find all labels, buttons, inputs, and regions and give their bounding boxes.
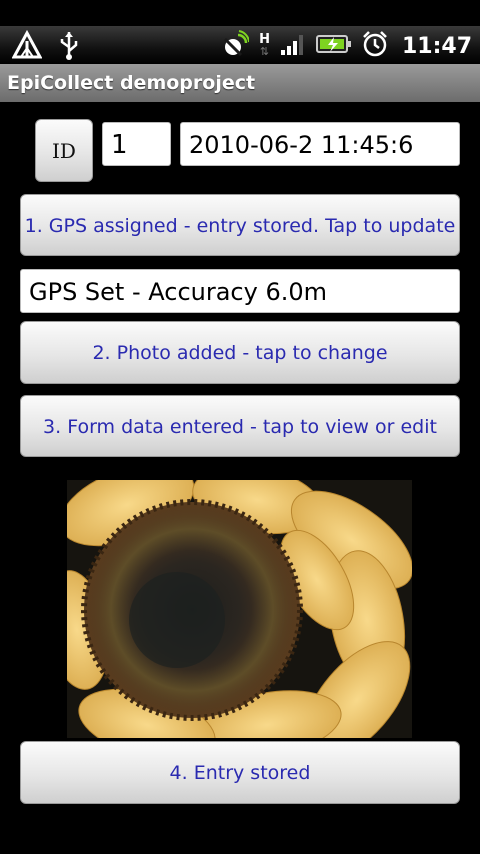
alarm-icon	[362, 30, 388, 62]
cell-signal-icon	[280, 31, 306, 61]
status-clock: 11:47	[401, 33, 472, 59]
id-value: 1	[111, 130, 128, 160]
photo-button-label: 2. Photo added - tap to change	[92, 342, 388, 364]
signal-triangle-icon	[11, 29, 43, 64]
photo-button[interactable]: 2. Photo added - tap to change	[20, 321, 460, 384]
store-entry-button-label: 4. Entry stored	[169, 762, 311, 784]
hspa-h-icon: H ⇅	[259, 32, 270, 58]
store-entry-button[interactable]: 4. Entry stored	[20, 741, 460, 804]
app-title: EpiCollect demoproject	[7, 72, 256, 94]
timestamp-field[interactable]: 2010-06-2 11:45:6	[180, 122, 460, 166]
gps-button[interactable]: 1. GPS assigned - entry stored. Tap to u…	[20, 194, 460, 256]
form-data-button[interactable]: 3. Form data entered - tap to view or ed…	[20, 395, 460, 457]
gps-status-field[interactable]: GPS Set - Accuracy 6.0m	[20, 269, 460, 313]
gps-button-label: 1. GPS assigned - entry stored. Tap to u…	[24, 215, 456, 237]
id-button[interactable]: ID	[35, 119, 93, 182]
status-bar: H ⇅ 11:47	[0, 26, 480, 64]
id-label: ID	[52, 139, 76, 163]
gps-status-value: GPS Set - Accuracy 6.0m	[29, 278, 328, 306]
app-title-bar: EpiCollect demoproject	[0, 64, 480, 102]
battery-charging-icon	[315, 32, 352, 60]
form-data-button-label: 3. Form data entered - tap to view or ed…	[43, 416, 437, 438]
usb-icon	[58, 30, 80, 64]
id-field[interactable]: 1	[102, 122, 171, 166]
sunflower-photo[interactable]	[67, 480, 412, 738]
timestamp-value: 2010-06-2 11:45:6	[189, 131, 414, 159]
gps-icon	[221, 29, 251, 63]
